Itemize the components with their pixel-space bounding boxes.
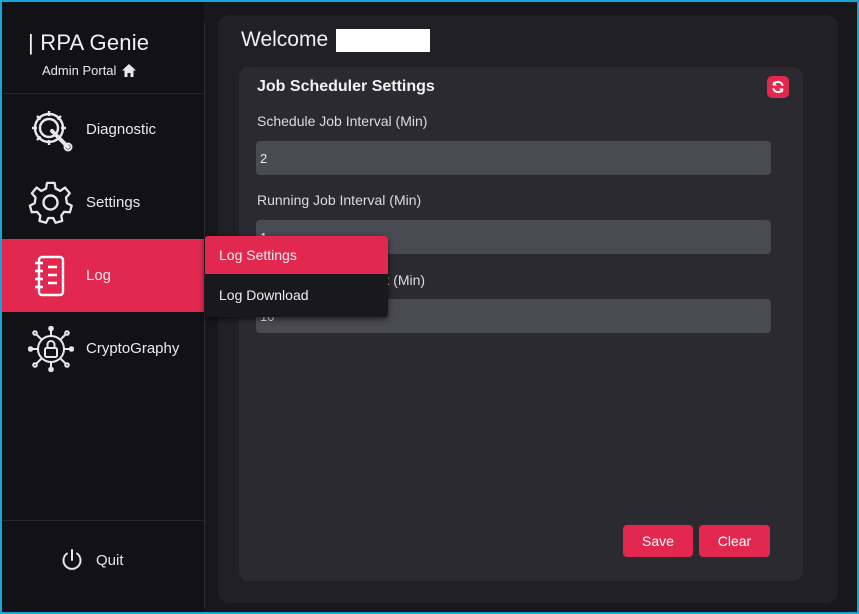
sidebar-item-log[interactable]: Log (2, 239, 204, 312)
clear-button[interactable]: Clear (699, 525, 770, 557)
gear-icon (28, 181, 73, 224)
card-title: Job Scheduler Settings (257, 78, 435, 95)
sidebar-item-cryptography[interactable]: CryptoGraphy (2, 312, 204, 385)
welcome-header: Welcome (241, 28, 431, 52)
sidebar-separator (2, 520, 204, 521)
menu-item-log-settings[interactable]: Log Settings (205, 236, 388, 274)
admin-portal-link[interactable]: Admin Portal (42, 63, 137, 78)
running-job-interval-label: Running Job Interval (Min) (257, 192, 422, 208)
sidebar-item-settings[interactable]: Settings (2, 166, 204, 239)
quit-label: Quit (96, 551, 124, 569)
schedule-job-interval-label: Schedule Job Interval (Min) (257, 113, 428, 129)
sidebar-item-label: Log (86, 267, 112, 284)
power-icon (62, 549, 82, 570)
menu-item-log-download[interactable]: Log Download (205, 276, 388, 314)
sidebar-item-label: CryptoGraphy (86, 340, 180, 357)
home-icon (122, 64, 137, 77)
save-button[interactable]: Save (623, 525, 693, 557)
brand-title: | RPA Genie (28, 30, 150, 55)
gear-wrench-icon (32, 111, 73, 152)
welcome-label: Welcome (241, 28, 329, 51)
username-redacted (336, 28, 431, 52)
notebook-icon (35, 255, 65, 297)
log-submenu: Log Settings Log Download (205, 236, 388, 317)
sidebar-item-diagnostic[interactable]: Diagnostic (2, 93, 204, 166)
quit-button[interactable]: Quit (60, 548, 124, 572)
refresh-icon (772, 80, 784, 94)
schedule-job-interval-input[interactable] (256, 141, 771, 175)
sidebar-item-label: Diagnostic (86, 121, 157, 138)
admin-portal-label: Admin Portal (42, 63, 117, 78)
refresh-button[interactable] (767, 76, 789, 98)
sidebar-item-label: Settings (86, 194, 141, 211)
lock-chip-icon (28, 326, 74, 372)
